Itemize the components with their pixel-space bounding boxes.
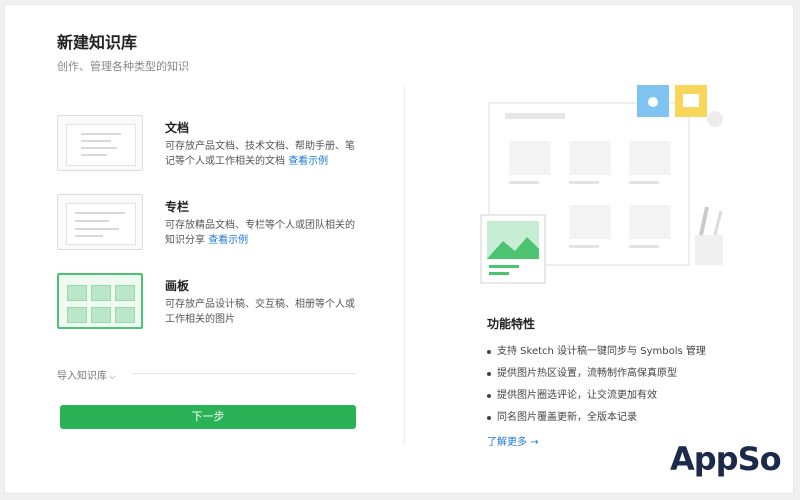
- dialog-title: 新建知识库: [57, 33, 138, 52]
- column-thumbnail: [57, 194, 143, 250]
- features-title: 功能特性: [487, 317, 536, 331]
- feature-item: 提供图片圈选评论，让交流更加有效: [487, 387, 706, 409]
- chevron-down-icon: ⌵: [109, 372, 116, 382]
- feature-item: 提供图片热区设置，流畅制作高保真原型: [487, 365, 706, 387]
- board-illustration: [480, 85, 723, 284]
- appso-watermark-logo: AppSo: [670, 440, 782, 478]
- next-step-button[interactable]: 下一步: [60, 405, 356, 429]
- option-description: 可存放精品文档、专栏等个人或团队相关的知识分享 查看示例: [165, 220, 355, 246]
- option-document[interactable]: 文档 可存放产品文档、技术文档、帮助手册、笔记等个人或工作相关的文档 查看示例: [57, 115, 357, 175]
- import-knowledge-base-toggle[interactable]: 导入知识库 ⌵: [57, 367, 116, 382]
- features-list: 支持 Sketch 设计稿一键同步与 Symbols 管理 提供图片热区设置，流…: [487, 343, 706, 431]
- feature-item: 同名图片覆盖更新，全版本记录: [487, 409, 706, 431]
- option-description: 可存放产品文档、技术文档、帮助手册、笔记等个人或工作相关的文档 查看示例: [165, 141, 355, 167]
- option-title: 专栏: [165, 200, 190, 214]
- view-example-link[interactable]: 查看示例: [208, 235, 248, 246]
- new-knowledge-base-dialog: 新建知识库 创作、管理各种类型的知识 文档 可存放产品文档、技术文档、帮助手册、…: [4, 4, 794, 494]
- option-description: 可存放产品设计稿、交互稿、相册等个人或工作相关的图片: [165, 299, 355, 325]
- vertical-divider: [404, 85, 405, 445]
- option-column[interactable]: 专栏 可存放精品文档、专栏等个人或团队相关的知识分享 查看示例: [57, 194, 357, 254]
- option-title: 文档: [165, 121, 190, 135]
- option-title: 画板: [165, 279, 190, 293]
- feature-item: 支持 Sketch 设计稿一键同步与 Symbols 管理: [487, 343, 706, 365]
- option-board[interactable]: 画板 可存放产品设计稿、交互稿、相册等个人或工作相关的图片: [57, 273, 357, 333]
- document-thumbnail: [57, 115, 143, 171]
- dialog-subtitle: 创作、管理各种类型的知识: [57, 60, 189, 73]
- board-thumbnail: [57, 273, 143, 329]
- import-row: 导入知识库 ⌵: [57, 367, 357, 382]
- learn-more-link[interactable]: 了解更多 →: [487, 433, 539, 448]
- view-example-link[interactable]: 查看示例: [288, 156, 328, 167]
- separator-line: [131, 373, 357, 374]
